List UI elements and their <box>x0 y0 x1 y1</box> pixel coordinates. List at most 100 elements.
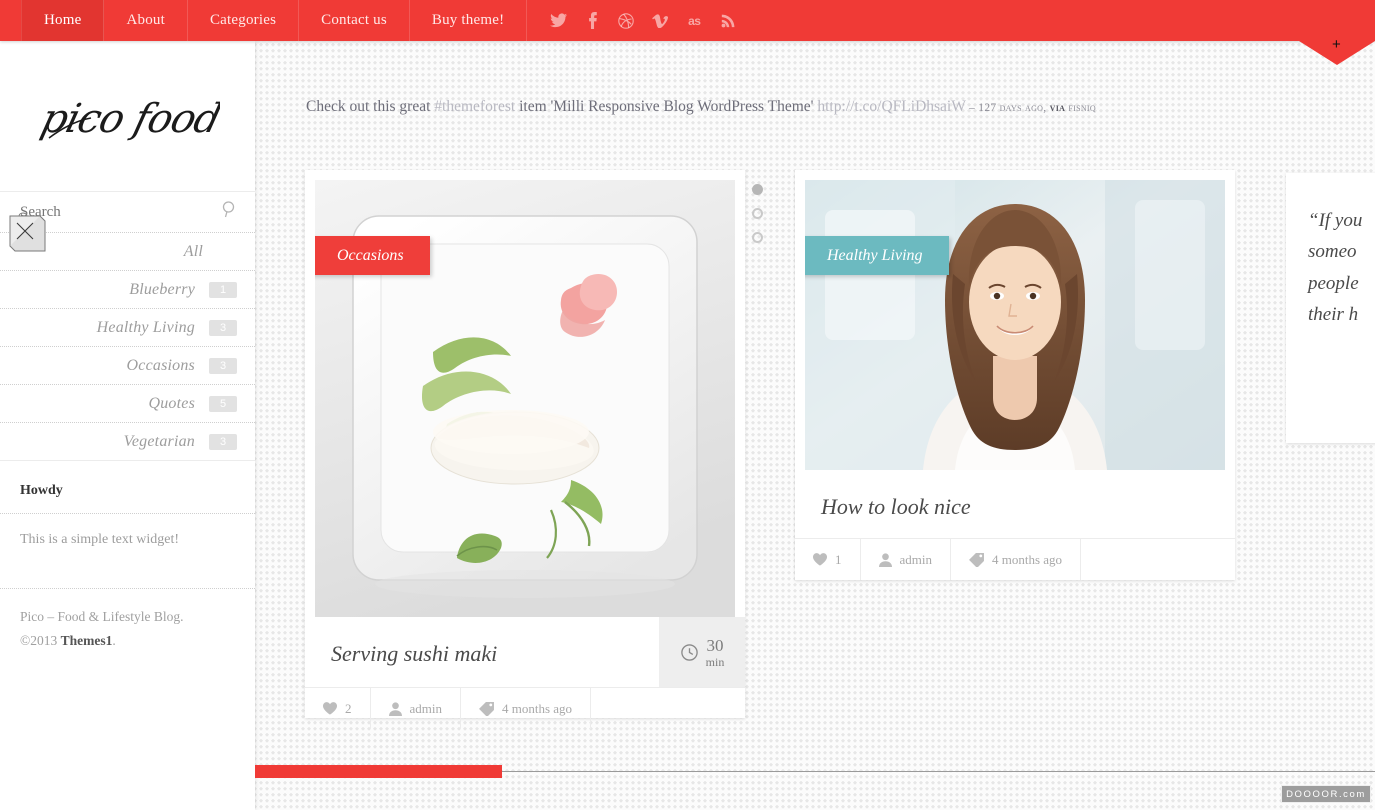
widget-text: This is a simple text widget! <box>0 513 255 588</box>
sidebar-category-vegetarian[interactable]: Vegetarian 3 <box>0 422 255 460</box>
dribbble-icon[interactable] <box>609 0 643 41</box>
post-meta-spacer <box>591 688 745 729</box>
sidebar-category-occasions[interactable]: Occasions 3 <box>0 346 255 384</box>
portrait-illustration <box>805 180 1225 470</box>
footer-copyright: ©2013 Themes1. <box>20 629 235 653</box>
post-card-how-to-look-nice[interactable]: Healthy Living How to look nice 1 admin … <box>795 170 1235 580</box>
post-date-text: 4 months ago <box>502 700 573 716</box>
top-navigation-bar: Home About Categories Contact us Buy the… <box>0 0 1375 41</box>
sidebar-category-quotes[interactable]: Quotes 5 <box>0 384 255 422</box>
logo-script-mark: pico food. <box>37 95 220 142</box>
post-likes[interactable]: 1 <box>795 539 861 580</box>
social-links: as <box>527 0 745 41</box>
nav-item-home[interactable]: Home <box>21 0 105 41</box>
category-label: All <box>183 242 203 260</box>
watermark: DOOOOR.com <box>1281 785 1371 803</box>
likes-count: 2 <box>345 700 352 716</box>
lastfm-label: as <box>688 13 701 28</box>
copyright-text: ©2013 <box>20 632 61 648</box>
nav-item-categories[interactable]: Categories <box>188 0 300 41</box>
pager-dot-2[interactable] <box>752 208 763 219</box>
quote-line: someo <box>1308 241 1357 263</box>
post-date[interactable]: 4 months ago <box>461 688 592 729</box>
latest-tweet-bar: Check out this great #themeforest item '… <box>306 98 1281 122</box>
author-name: admin <box>899 551 933 567</box>
likes-count: 1 <box>835 551 842 567</box>
footer-tagline: Pico – Food & Lifestyle Blog. <box>20 609 184 624</box>
tag-icon <box>479 701 494 716</box>
ribbon-label: Occasions <box>337 246 404 264</box>
post-likes[interactable]: 2 <box>305 688 371 729</box>
rss-icon[interactable] <box>711 0 745 41</box>
slider-pagination <box>752 184 763 256</box>
tweet-text-start: Check out this great <box>306 98 435 115</box>
category-count-badge: 3 <box>209 319 237 336</box>
post-meta-bar: 2 admin 4 months ago <box>305 687 745 729</box>
post-author[interactable]: admin <box>371 688 461 729</box>
nav-item-about[interactable]: About <box>104 0 188 41</box>
nav-item-contact-us[interactable]: Contact us <box>299 0 410 41</box>
widget-title: Howdy <box>0 460 255 513</box>
post-cook-time-badge: 30 min <box>659 617 745 687</box>
footer-period: . <box>112 632 116 648</box>
tweet-age: 127 days ago, <box>978 102 1050 114</box>
category-label: Healthy Living <box>96 318 195 336</box>
user-icon <box>388 701 402 716</box>
search-icon[interactable] <box>222 201 237 223</box>
svg-text:pico food.: pico food. <box>37 95 220 142</box>
tweet-dash: – <box>965 102 979 114</box>
tweet-text-body: item 'Milli Responsive Blog WordPress Th… <box>515 98 818 115</box>
vimeo-icon[interactable] <box>643 0 677 41</box>
post-author[interactable]: admin <box>861 539 951 580</box>
nav-label: About <box>126 12 165 28</box>
site-logo[interactable]: pico food. <box>0 41 255 191</box>
search-bar[interactable] <box>0 191 255 252</box>
cook-time-value: 30 min <box>706 637 725 668</box>
tweet-via-label: via <box>1049 102 1066 114</box>
post-title-row: Serving sushi maki 30 min <box>305 617 745 687</box>
cook-time-unit: min <box>705 654 725 669</box>
category-count-badge: 3 <box>209 433 237 450</box>
nav-label: Categories <box>209 12 277 28</box>
post-category-ribbon-healthy-living[interactable]: Healthy Living <box>805 236 949 275</box>
sidebar-category-blueberry[interactable]: Blueberry 1 <box>0 270 255 308</box>
nav-label: Buy theme! <box>431 12 505 28</box>
quote-card[interactable]: “If you someo people their h <box>1286 173 1375 443</box>
post-date[interactable]: 4 months ago <box>951 539 1082 580</box>
quote-text: “If you someo people their h <box>1286 173 1375 330</box>
post-thumbnail[interactable]: Occasions <box>315 180 735 617</box>
quote-line: people <box>1308 272 1359 294</box>
post-date-text: 4 months ago <box>992 551 1063 567</box>
category-label: Quotes <box>148 394 195 412</box>
quote-line: their h <box>1308 304 1359 326</box>
category-label: Vegetarian <box>123 432 195 450</box>
category-label: Occasions <box>126 356 195 374</box>
pager-dot-3[interactable] <box>752 232 763 243</box>
category-label: Blueberry <box>129 280 195 298</box>
category-count-badge: 5 <box>209 395 237 412</box>
category-count-badge: 1 <box>209 281 237 298</box>
broken-image-placeholder-icon <box>9 212 46 252</box>
nav-label: Contact us <box>321 12 387 28</box>
nav-inner: Home About Categories Contact us Buy the… <box>0 0 1375 41</box>
tweet-hashtag-link[interactable]: #themeforest <box>434 98 515 115</box>
post-category-ribbon-occasions[interactable]: Occasions <box>315 236 430 275</box>
sidebar: pico food. All Blueberry 1 Healthy Livin… <box>0 41 255 810</box>
brand-link[interactable]: Themes1 <box>61 633 113 648</box>
post-card-serving-sushi-maki[interactable]: Occasions Serving sushi maki 30 min 2 adm… <box>305 170 745 729</box>
post-title-row: How to look nice <box>795 470 1235 538</box>
post-title[interactable]: How to look nice <box>795 470 1235 544</box>
heart-icon <box>323 702 337 715</box>
post-thumbnail[interactable]: Healthy Living <box>805 180 1225 470</box>
category-count-badge: 3 <box>209 357 237 374</box>
twitter-icon[interactable] <box>541 0 575 41</box>
lastfm-icon[interactable]: as <box>677 0 711 41</box>
clock-icon <box>680 643 698 661</box>
nav-item-buy-theme[interactable]: Buy theme! <box>410 0 528 41</box>
loading-progress-bar <box>255 765 502 778</box>
sidebar-category-healthy-living[interactable]: Healthy Living 3 <box>0 308 255 346</box>
cook-time-number: 30 <box>706 635 724 655</box>
tweet-url-link[interactable]: http://t.co/QFLiDhsaiW <box>817 98 966 115</box>
facebook-icon[interactable] <box>575 0 609 41</box>
pager-dot-1[interactable] <box>752 184 763 195</box>
